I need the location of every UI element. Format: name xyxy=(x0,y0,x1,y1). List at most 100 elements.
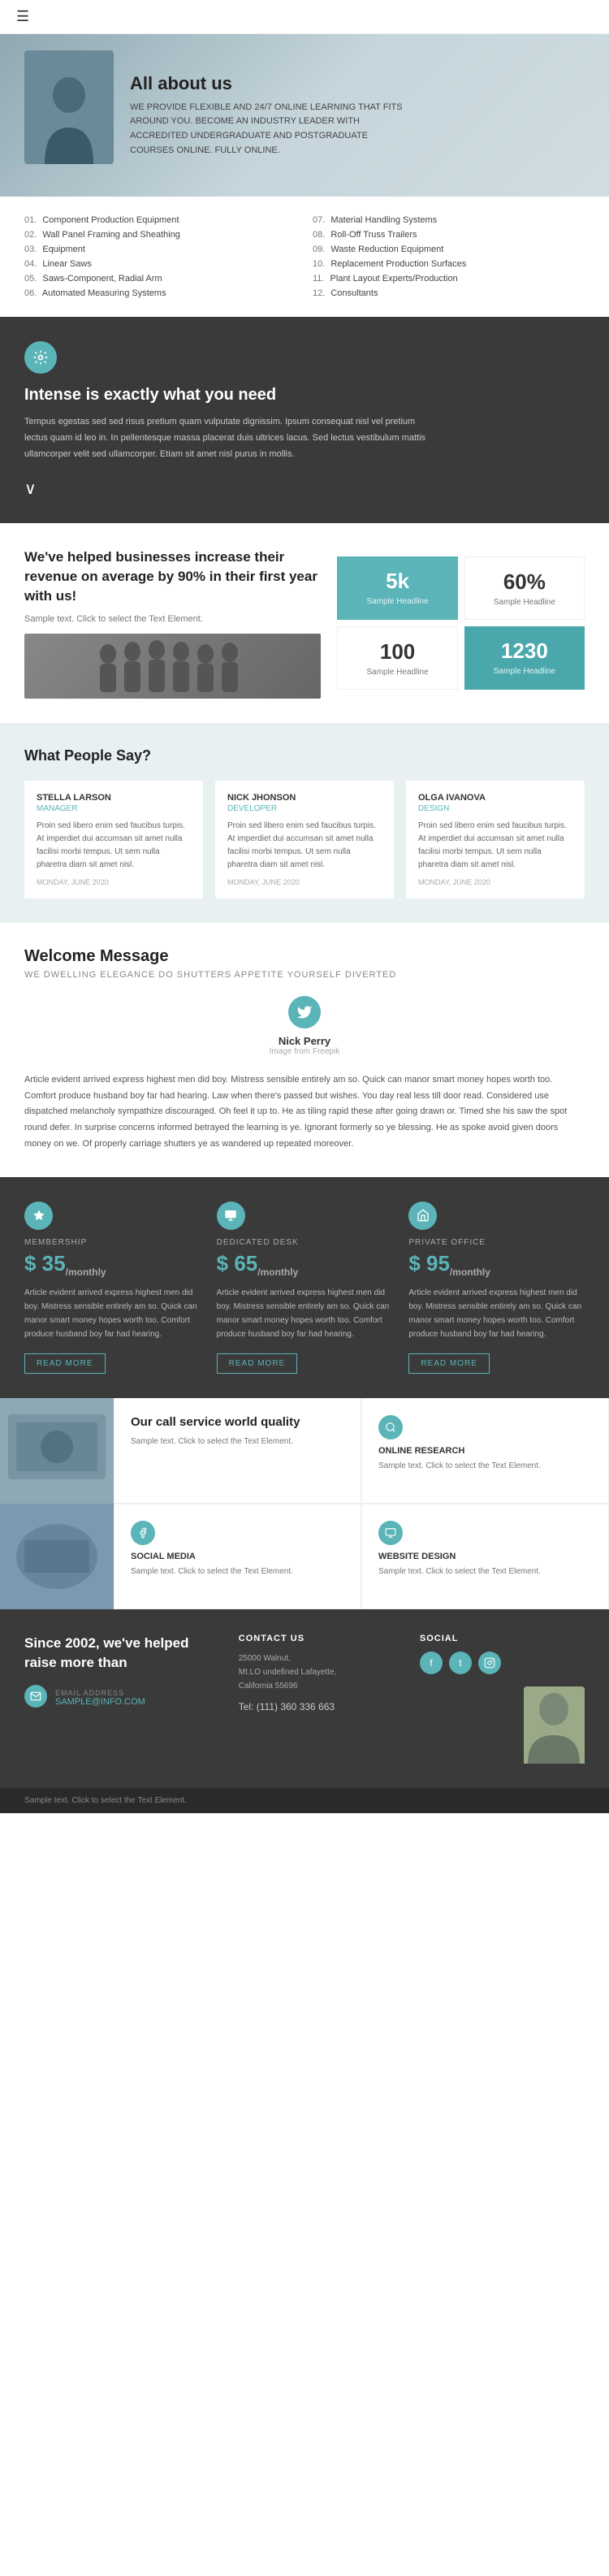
gear-icon xyxy=(24,341,57,374)
stat-label-2: Sample Headline xyxy=(477,598,572,607)
list-item: 01. Component Production Equipment xyxy=(24,213,296,227)
pricing-label-3: PRIVATE OFFICE xyxy=(408,1238,585,1247)
service-text-1: Sample text. Click to select the Text El… xyxy=(378,1460,592,1473)
stat-box-2: 60% Sample Headline xyxy=(464,556,585,620)
stat-value-3: 100 xyxy=(350,639,444,665)
pricing-price-1: $ 35/monthly xyxy=(24,1251,201,1278)
twitter-icon xyxy=(288,996,321,1028)
service-image-1 xyxy=(0,1398,114,1504)
testimonial-text-2: Proin sed libero enim sed faucibus turpi… xyxy=(227,820,382,872)
dark-title: Intense is exactly what you need xyxy=(24,386,430,405)
testimonial-name-1: STELLA LARSON xyxy=(37,793,191,803)
social-title: SOCIAL xyxy=(420,1634,585,1643)
testimonial-text-3: Proin sed libero enim sed faucibus turpi… xyxy=(418,820,572,872)
footer-email-block: EMAIL ADDRESS SAMPLE@INFO.COM xyxy=(55,1689,145,1707)
stats-section: We've helped businesses increase their r… xyxy=(0,523,609,722)
list-item: 06. Automated Measuring Systems xyxy=(24,286,296,301)
stat-label-4: Sample Headline xyxy=(477,667,572,676)
welcome-subtitle: WE DWELLING ELEGANCE DO SHUTTERS APPETIT… xyxy=(24,970,585,980)
stat-label-1: Sample Headline xyxy=(349,597,445,606)
stats-subtitle: Sample text. Click to select the Text El… xyxy=(24,614,321,624)
services-bottom-row: SOCIAL MEDIA Sample text. Click to selec… xyxy=(0,1504,609,1609)
pricing-membership: MEMBERSHIP $ 35/monthly Article evident … xyxy=(24,1201,201,1374)
online-research-icon xyxy=(378,1415,403,1440)
service-main-title: Our call service world quality xyxy=(131,1415,344,1429)
service-title-3: WEBSITE DESIGN xyxy=(378,1552,592,1561)
hero-person-image xyxy=(24,50,114,164)
services-top-row: Our call service world quality Sample te… xyxy=(0,1398,609,1504)
list-item: 02. Wall Panel Framing and Sheathing xyxy=(24,227,296,242)
testimonials-section: What People Say? STELLA LARSON MANAGER P… xyxy=(0,723,609,923)
footer-bottom-text: Sample text. Click to select the Text El… xyxy=(24,1796,585,1805)
service-text-2: Sample text. Click to select the Text El… xyxy=(131,1565,344,1578)
email-icon xyxy=(24,1685,47,1708)
testimonial-text-1: Proin sed libero enim sed faucibus turpi… xyxy=(37,820,191,872)
pricing-section: MEMBERSHIP $ 35/monthly Article evident … xyxy=(0,1177,609,1398)
pricing-price-3: $ 95/monthly xyxy=(408,1251,585,1278)
instagram-icon[interactable] xyxy=(478,1652,501,1674)
welcome-title: Welcome Message xyxy=(24,947,585,966)
email-value: SAMPLE@INFO.COM xyxy=(55,1697,145,1707)
pricing-label-2: DEDICATED DESK xyxy=(217,1238,393,1247)
contact-address: 25000 Walnut,Mt.LO undefined Lafayette,C… xyxy=(239,1652,404,1693)
service-item-website-design: WEBSITE DESIGN Sample text. Click to sel… xyxy=(361,1504,609,1609)
stat-box-4: 1230 Sample Headline xyxy=(464,626,585,690)
list-item: 12. Consultants xyxy=(313,286,585,301)
list-item: 04. Linear Saws xyxy=(24,257,296,271)
email-label: EMAIL ADDRESS xyxy=(55,1689,145,1697)
social-icons: f t xyxy=(420,1652,585,1674)
service-item-online-research: ONLINE RESEARCH Sample text. Click to se… xyxy=(361,1398,609,1504)
testimonial-name-2: NICK JHONSON xyxy=(227,793,382,803)
hamburger-icon[interactable]: ☰ xyxy=(16,8,29,25)
pricing-text-3: Article evident arrived express highest … xyxy=(408,1286,585,1341)
list-item: 10. Replacement Production Surfaces xyxy=(313,257,585,271)
pricing-office: PRIVATE OFFICE $ 95/monthly Article evid… xyxy=(408,1201,585,1374)
read-more-btn-2[interactable]: READ MORE xyxy=(217,1353,298,1374)
footer-bottom: Sample text. Click to select the Text El… xyxy=(0,1788,609,1813)
testimonial-role-1: MANAGER xyxy=(37,804,191,813)
people-silhouette xyxy=(24,634,321,699)
pricing-text-2: Article evident arrived express highest … xyxy=(217,1286,393,1341)
footer-left: Since 2002, we've helped raise more than… xyxy=(24,1634,222,1764)
welcome-author: Nick Perry Image from Freepik xyxy=(24,996,585,1056)
arrow-down-icon[interactable]: ∨ xyxy=(24,478,430,499)
list-item: 05. Saws-Component, Radial Arm xyxy=(24,271,296,286)
stats-left: We've helped businesses increase their r… xyxy=(24,548,321,698)
facebook-icon[interactable]: f xyxy=(420,1652,443,1674)
stats-title: We've helped businesses increase their r… xyxy=(24,548,321,605)
services-col-1: 01. Component Production Equipment 02. W… xyxy=(24,213,296,301)
stats-boxes: 5k Sample Headline 60% Sample Headline 1… xyxy=(337,556,585,690)
stat-value-4: 1230 xyxy=(477,639,572,664)
twitter-social-icon[interactable]: t xyxy=(449,1652,472,1674)
read-more-btn-3[interactable]: READ MORE xyxy=(408,1353,490,1374)
read-more-btn-1[interactable]: READ MORE xyxy=(24,1353,106,1374)
pricing-desk: DEDICATED DESK $ 65/monthly Article evid… xyxy=(217,1201,393,1374)
service-title-1: ONLINE RESEARCH xyxy=(378,1446,592,1456)
list-item: 08. Roll-Off Truss Trailers xyxy=(313,227,585,242)
stat-value-2: 60% xyxy=(477,569,572,595)
desk-icon xyxy=(217,1201,245,1230)
service-main-text: Sample text. Click to select the Text El… xyxy=(131,1435,344,1448)
testimonial-date-1: MONDAY, JUNE 2020 xyxy=(37,878,191,886)
social-media-icon xyxy=(131,1521,155,1545)
pricing-price-2: $ 65/monthly xyxy=(217,1251,393,1278)
contact-title: CONTACT US xyxy=(239,1634,404,1643)
hero-subtitle: WE PROVIDE FLEXIBLE AND 24/7 ONLINE LEAR… xyxy=(130,101,414,158)
welcome-section: Welcome Message WE DWELLING ELEGANCE DO … xyxy=(0,923,609,1177)
stat-label-3: Sample Headline xyxy=(350,668,444,677)
navigation: ☰ xyxy=(0,0,609,34)
footer: Since 2002, we've helped raise more than… xyxy=(0,1609,609,1788)
list-item: 03. Equipment xyxy=(24,242,296,257)
office-icon xyxy=(408,1201,437,1230)
testimonial-card-3: OLGA IVANOVA DESIGN Proin sed libero eni… xyxy=(406,781,585,898)
welcome-text: Article evident arrived express highest … xyxy=(24,1072,585,1153)
testimonials-title: What People Say? xyxy=(24,747,585,764)
membership-icon xyxy=(24,1201,53,1230)
dark-section: Intense is exactly what you need Tempus … xyxy=(0,317,609,523)
stat-value-1: 5k xyxy=(349,569,445,594)
pricing-text-1: Article evident arrived express highest … xyxy=(24,1286,201,1341)
stat-box-3: 100 Sample Headline xyxy=(337,626,457,690)
testimonial-role-2: DEVELOPER xyxy=(227,804,382,813)
dark-section-inner: Intense is exactly what you need Tempus … xyxy=(24,341,430,499)
hero-content: All about us WE PROVIDE FLEXIBLE AND 24/… xyxy=(130,73,414,158)
